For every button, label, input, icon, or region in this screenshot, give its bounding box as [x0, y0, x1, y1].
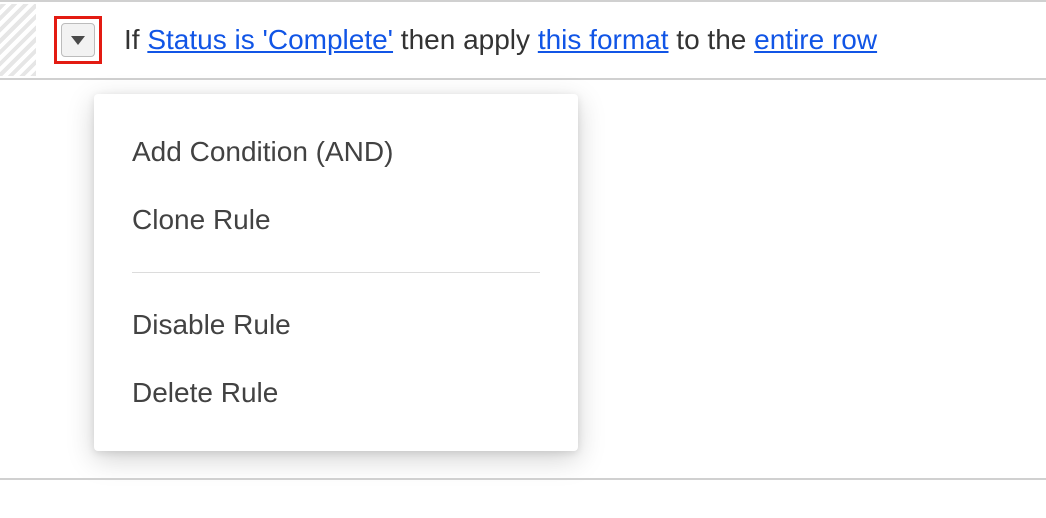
- rule-row: If Status is 'Complete' then apply this …: [0, 2, 1046, 78]
- scope-link[interactable]: entire row: [754, 24, 877, 56]
- rule-dropdown-menu: Add Condition (AND) Clone Rule Disable R…: [94, 94, 578, 451]
- rule-menu-button[interactable]: [61, 23, 95, 57]
- menu-item-clone-rule[interactable]: Clone Rule: [94, 186, 578, 254]
- condition-link[interactable]: Status is 'Complete': [147, 24, 393, 56]
- format-link[interactable]: this format: [538, 24, 669, 56]
- menu-item-disable-rule[interactable]: Disable Rule: [94, 291, 578, 359]
- highlight-box: [54, 16, 102, 64]
- rule-description: If Status is 'Complete' then apply this …: [124, 24, 877, 56]
- drag-handle[interactable]: [0, 4, 36, 76]
- rule-text-then: then apply: [393, 24, 538, 56]
- triangle-down-icon: [71, 36, 85, 45]
- menu-item-add-condition[interactable]: Add Condition (AND): [94, 118, 578, 186]
- bottom-border: [0, 478, 1046, 480]
- rule-container: If Status is 'Complete' then apply this …: [0, 0, 1046, 80]
- rule-text-if: If: [124, 24, 147, 56]
- rule-text-to: to the: [669, 24, 755, 56]
- menu-divider: [132, 272, 540, 273]
- menu-item-delete-rule[interactable]: Delete Rule: [94, 359, 578, 427]
